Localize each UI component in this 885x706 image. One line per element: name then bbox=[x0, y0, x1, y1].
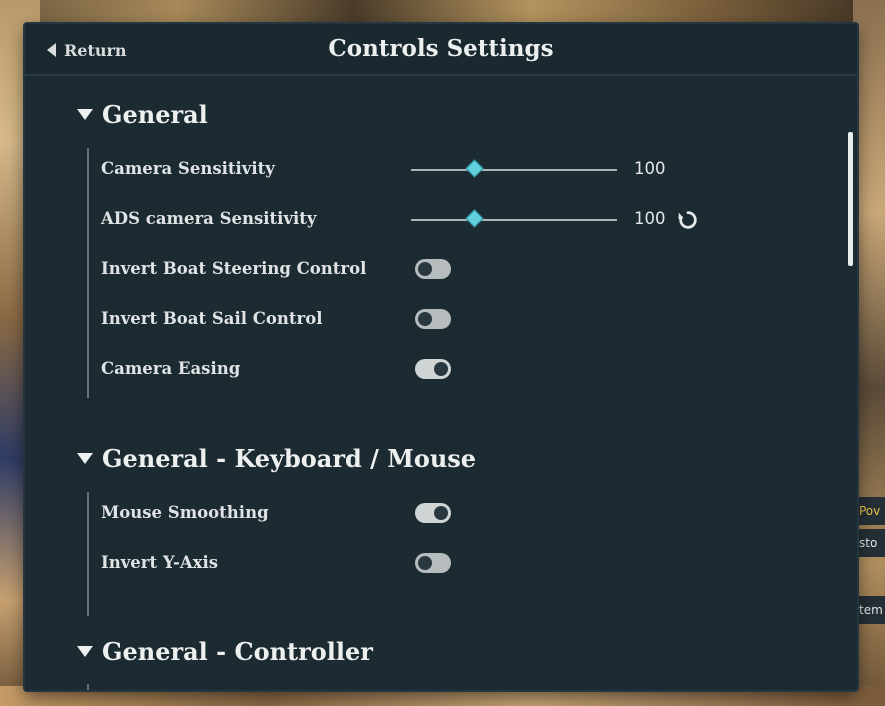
section-header-keyboard-mouse[interactable]: General - Keyboard / Mouse bbox=[77, 444, 476, 473]
setting-value: 100 bbox=[634, 209, 666, 228]
toggle-knob bbox=[434, 362, 448, 376]
page-title: Controls Settings bbox=[328, 35, 554, 62]
setting-row-invert-boat-sail: Invert Boat Sail Control bbox=[101, 305, 741, 335]
section-header-general[interactable]: General bbox=[77, 100, 208, 129]
settings-list[interactable]: General Camera Sensitivity 100 ADS camer… bbox=[25, 76, 857, 690]
setting-row-invert-boat-steering: Invert Boat Steering Control bbox=[101, 255, 741, 285]
setting-label: Invert Boat Sail Control bbox=[101, 309, 323, 328]
toggle-knob bbox=[434, 506, 448, 520]
section-title: General - Keyboard / Mouse bbox=[102, 444, 477, 473]
invert-boat-sail-toggle[interactable] bbox=[415, 309, 451, 329]
side-chip-items: tem bbox=[855, 596, 885, 624]
setting-row-camera-easing: Camera Easing bbox=[101, 355, 741, 385]
ads-camera-sensitivity-slider[interactable] bbox=[411, 207, 617, 233]
controls-settings-panel: Return Controls Settings General Camera … bbox=[25, 24, 857, 690]
collapse-triangle-icon bbox=[77, 453, 93, 464]
setting-label: Camera Sensitivity bbox=[101, 159, 275, 178]
toggle-knob bbox=[418, 262, 432, 276]
setting-label: Mouse Smoothing bbox=[101, 503, 269, 522]
setting-row-mouse-smoothing: Mouse Smoothing bbox=[101, 499, 741, 529]
panel-header: Return Controls Settings bbox=[25, 24, 857, 76]
setting-label: Invert Boat Steering Control bbox=[101, 259, 367, 278]
reset-icon[interactable] bbox=[677, 209, 699, 231]
scrollbar-thumb[interactable] bbox=[848, 132, 853, 266]
side-chip-power: Pov bbox=[855, 497, 885, 525]
section-title: General bbox=[102, 100, 208, 129]
camera-sensitivity-slider[interactable] bbox=[411, 157, 617, 183]
toggle-knob bbox=[418, 556, 432, 570]
setting-label: Camera Easing bbox=[101, 359, 241, 378]
section-divider-line bbox=[87, 684, 89, 690]
camera-easing-toggle[interactable] bbox=[415, 359, 451, 379]
collapse-triangle-icon bbox=[77, 646, 93, 657]
setting-row-invert-y-axis: Invert Y-Axis bbox=[101, 549, 741, 579]
section-divider-line bbox=[87, 148, 89, 398]
invert-y-axis-toggle[interactable] bbox=[415, 553, 451, 573]
side-chip-store: sto bbox=[855, 529, 885, 557]
setting-row-camera-sensitivity: Camera Sensitivity 100 bbox=[101, 155, 741, 185]
slider-thumb[interactable] bbox=[465, 209, 484, 228]
invert-boat-steering-toggle[interactable] bbox=[415, 259, 451, 279]
slider-track bbox=[411, 219, 617, 221]
section-header-controller[interactable]: General - Controller bbox=[77, 637, 373, 666]
slider-thumb[interactable] bbox=[465, 159, 484, 178]
slider-track bbox=[411, 169, 617, 171]
setting-label: ADS camera Sensitivity bbox=[101, 209, 317, 228]
setting-value: 100 bbox=[634, 159, 666, 178]
section-title: General - Controller bbox=[102, 637, 373, 666]
collapse-triangle-icon bbox=[77, 109, 93, 120]
setting-row-ads-camera-sensitivity: ADS camera Sensitivity 100 bbox=[101, 205, 741, 235]
section-divider-line bbox=[87, 492, 89, 616]
toggle-knob bbox=[418, 312, 432, 326]
setting-label: Invert Y-Axis bbox=[101, 553, 219, 572]
mouse-smoothing-toggle[interactable] bbox=[415, 503, 451, 523]
